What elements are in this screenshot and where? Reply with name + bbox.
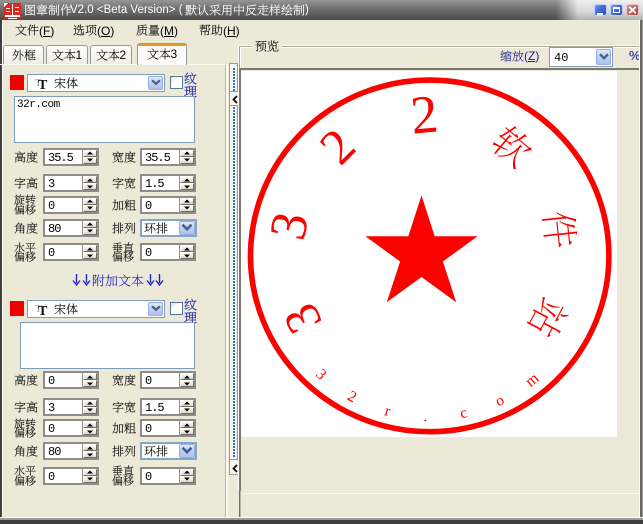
svg-text:2: 2 (309, 117, 366, 174)
svg-text:2: 2 (408, 83, 441, 145)
svg-text:.: . (423, 408, 427, 425)
svg-text:3: 3 (271, 295, 332, 342)
svg-text:2: 2 (345, 387, 360, 406)
svg-text:3: 3 (259, 207, 320, 244)
svg-text:m: m (522, 369, 542, 390)
svg-text:o: o (493, 391, 508, 410)
svg-text:3: 3 (312, 365, 329, 383)
svg-text:r: r (383, 402, 393, 420)
svg-text:c: c (458, 404, 468, 422)
